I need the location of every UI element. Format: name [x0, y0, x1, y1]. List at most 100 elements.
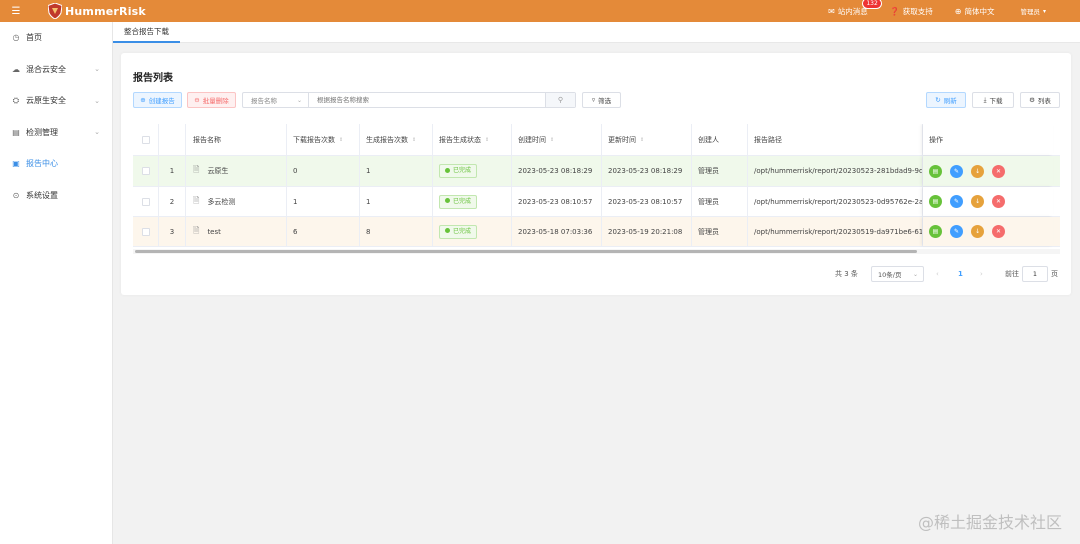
sidebar-item-label: 混合云安全	[26, 64, 66, 74]
download-report-button[interactable]: ↓	[971, 195, 984, 208]
search-input[interactable]	[309, 93, 545, 107]
header-download-count[interactable]: 下载报告次数 ⇕	[287, 124, 360, 155]
header-ops: 操作	[923, 124, 1053, 155]
status-badge: 已完成	[439, 224, 478, 239]
scrollbar-thumb[interactable]	[135, 250, 917, 253]
shield-logo-icon	[48, 3, 62, 19]
row-checkbox[interactable]	[141, 197, 150, 206]
row-path: /opt/hummerrisk/report/20230519-da971be6…	[748, 217, 923, 246]
download-label: 下载	[989, 97, 1003, 105]
row-download-count: 1	[287, 187, 360, 216]
view-report-button[interactable]: ▤	[929, 164, 942, 178]
messages-link[interactable]: ✉ 站内消息 132	[828, 0, 882, 17]
row-creator: 管理员	[692, 217, 748, 246]
row-name: test	[207, 227, 221, 236]
row-status-cell: 已完成	[433, 217, 512, 246]
filter-button[interactable]: ▿ 筛选	[582, 92, 621, 108]
chevron-down-icon: ⌄	[94, 96, 100, 105]
view-report-button[interactable]: ▤	[929, 225, 942, 238]
table-row[interactable]: 3 🗎 test 6 8 已完成 2023-05-18 07:03:36 2023…	[133, 217, 1060, 247]
search-field-select[interactable]: 报告名称 ⌄	[243, 93, 309, 107]
delete-button[interactable]: ✕	[992, 195, 1005, 208]
sidebar-item-home[interactable]: ◷ 首页	[0, 22, 112, 54]
row-updated: 2023-05-23 08:18:29	[602, 156, 692, 186]
next-page-button[interactable]: ›	[980, 266, 983, 282]
header-updated[interactable]: 更新时间 ⇕	[602, 124, 692, 155]
row-checkbox[interactable]	[141, 227, 150, 236]
header-status[interactable]: 报告生成状态 ⇕	[433, 124, 512, 155]
view-report-button[interactable]: ▤	[929, 195, 942, 208]
batch-delete-label: 批量删除	[202, 97, 229, 105]
sidebar-item-report-center[interactable]: ▣ 报告中心	[0, 148, 112, 180]
page-number[interactable]: 1	[958, 266, 963, 282]
status-badge: 已完成	[439, 164, 478, 178]
sidebar-item-cloud-native[interactable]: ⛭ 云原生安全 ⌄	[0, 85, 112, 117]
language-switcher[interactable]: ⊕ 简体中文	[955, 6, 995, 17]
report-table: 报告名称 下载报告次数 ⇕ 生成报告次数 ⇕ 报告生成状态 ⇕ 创建时间 ⇕ 更新时间 ⇕…	[133, 124, 1060, 249]
row-select-cell	[133, 187, 159, 216]
header-generate-count[interactable]: 生成报告次数 ⇕	[360, 124, 433, 155]
user-menu[interactable]: 管理员 ▾	[1020, 6, 1046, 17]
edit-button[interactable]: ✎	[950, 195, 963, 208]
prev-page-button[interactable]: ‹	[936, 266, 939, 282]
row-generate-count: 1	[360, 156, 433, 186]
sidebar: ◷ 首页 ☁ 混合云安全 ⌄ ⛭ 云原生安全 ⌄ ▤ 检测管理 ⌄ ▣ 报告中心…	[0, 22, 113, 544]
page-size-select[interactable]: 10条/页 ⌄	[871, 266, 924, 282]
hamburger-icon[interactable]: ☰	[0, 0, 32, 22]
index-header	[159, 124, 186, 155]
tab-bar: 整合报告下载	[113, 22, 1080, 43]
header-created[interactable]: 创建时间 ⇕	[512, 124, 602, 155]
sidebar-item-settings[interactable]: ⊙ 系统设置	[0, 180, 112, 212]
row-name-cell: 🗎 云原生	[186, 156, 287, 186]
row-status-cell: 已完成	[433, 187, 512, 216]
select-all-checkbox[interactable]	[141, 135, 150, 144]
delete-button[interactable]: ✕	[992, 164, 1005, 178]
top-bar: ☰ HummerRisk ✉ 站内消息 132 ❓ 获取支持 ⊕ 简体中文 管理…	[0, 0, 1080, 22]
page-size-value: 10条/页	[878, 271, 902, 279]
settings-icon: ⊙	[12, 190, 20, 200]
edit-button[interactable]: ✎	[950, 225, 963, 238]
sidebar-item-hybrid-cloud[interactable]: ☁ 混合云安全 ⌄	[0, 54, 112, 86]
row-index: 3	[159, 217, 186, 246]
header-path: 报告路径	[748, 124, 923, 155]
row-generate-count: 8	[360, 217, 433, 246]
filter-label: 筛选	[598, 97, 612, 105]
row-ops: ▤ ✎ ↓ ✕	[923, 217, 1053, 246]
columns-label: 列表	[1037, 97, 1051, 105]
support-link[interactable]: ❓ 获取支持	[890, 6, 933, 17]
columns-button[interactable]: ⚙ 列表	[1020, 92, 1060, 108]
row-creator: 管理员	[692, 187, 748, 216]
delete-button[interactable]: ✕	[992, 225, 1005, 238]
header-updated-label: 更新时间	[608, 135, 636, 144]
refresh-button[interactable]: ↻ 刷新	[926, 92, 966, 108]
download-report-button[interactable]: ↓	[971, 225, 984, 238]
edit-button[interactable]: ✎	[950, 164, 963, 178]
download-report-button[interactable]: ↓	[971, 164, 984, 178]
header-path-label: 报告路径	[754, 135, 782, 144]
check-icon	[445, 228, 450, 233]
download-button[interactable]: ⤓ 下载	[972, 92, 1014, 108]
page-suffix: 页	[1051, 270, 1058, 278]
logo[interactable]: HummerRisk	[48, 3, 146, 19]
refresh-label: 刷新	[943, 97, 957, 105]
create-report-button[interactable]: ⊕ 创建报告	[133, 92, 182, 108]
header-generate-count-label: 生成报告次数	[366, 135, 408, 144]
table-row[interactable]: 2 🗎 多云检测 1 1 已完成 2023-05-23 08:10:57 2023…	[133, 187, 1060, 217]
search-button[interactable]: ⚲	[545, 93, 575, 107]
table-row[interactable]: 1 🗎 云原生 0 1 已完成 2023-05-23 08:18:29 2023-…	[133, 156, 1060, 187]
sort-icon: ⇕	[412, 136, 417, 143]
sidebar-item-detection[interactable]: ▤ 检测管理 ⌄	[0, 117, 112, 149]
row-index: 1	[159, 156, 186, 186]
select-all-cell	[133, 124, 159, 155]
minus-circle-icon: ⊖	[194, 96, 200, 104]
row-checkbox[interactable]	[141, 167, 150, 175]
row-name: 多云检测	[207, 197, 236, 206]
search-group: 报告名称 ⌄ ⚲	[242, 92, 576, 108]
check-icon	[445, 167, 450, 173]
tab-report-download[interactable]: 整合报告下载	[113, 22, 180, 43]
batch-delete-button[interactable]: ⊖ 批量删除	[187, 92, 236, 108]
gear-icon: ⚙	[1029, 96, 1035, 104]
goto-page-input[interactable]: 1	[1022, 266, 1048, 282]
horizontal-scrollbar[interactable]	[133, 249, 1060, 254]
row-select-cell	[133, 217, 159, 246]
